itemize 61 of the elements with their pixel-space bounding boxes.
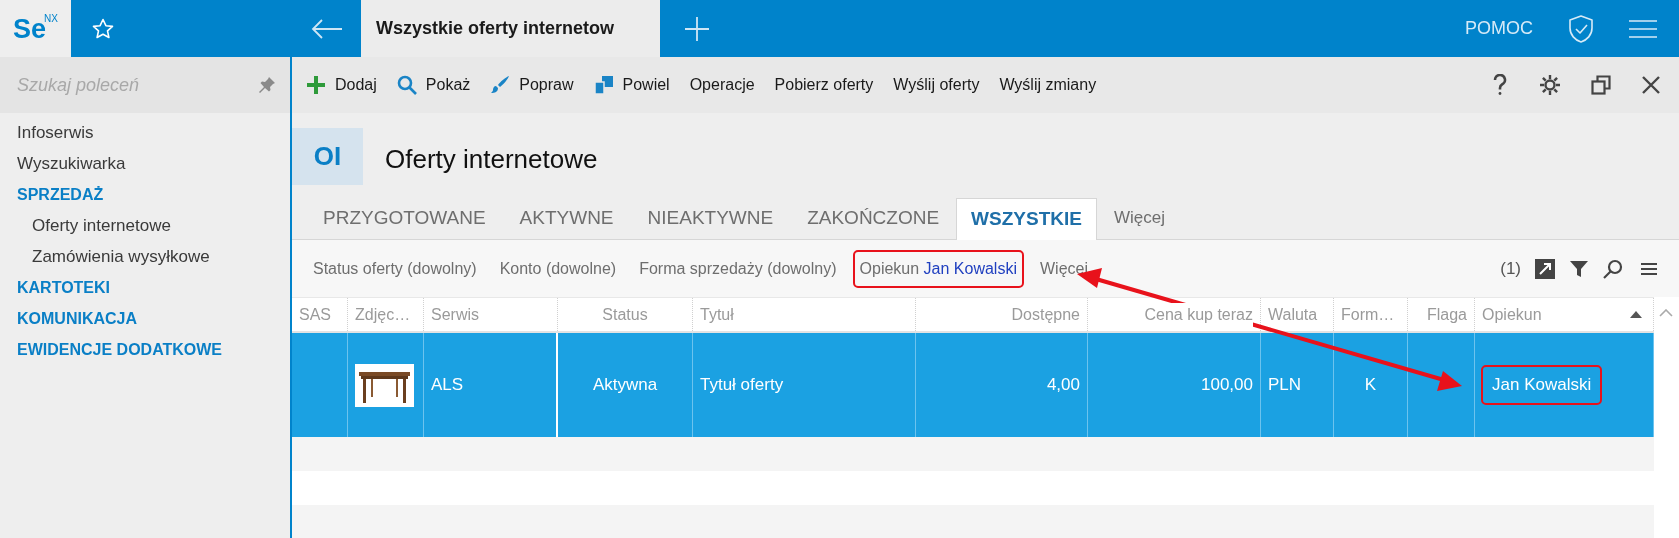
- toolbar-button[interactable]: Dodaj: [306, 73, 377, 97]
- filter-chip[interactable]: Więcej: [1032, 249, 1095, 288]
- filter-count: (1): [1500, 257, 1521, 280]
- sidebar-item[interactable]: EWIDENCJE DODATKOWE: [0, 334, 290, 365]
- shield-icon[interactable]: [1567, 13, 1595, 44]
- table-cell-text: 100,00: [1201, 374, 1253, 397]
- plus-icon: [306, 75, 326, 95]
- filter-chip[interactable]: Forma sprzedaży (dowolny): [632, 249, 844, 288]
- help-link[interactable]: POMOC: [1465, 15, 1533, 42]
- page-title: Oferty internetowe: [385, 143, 598, 176]
- filter-chip[interactable]: Opiekun Jan Kowalski: [852, 249, 1024, 288]
- tab[interactable]: WSZYSTKIE: [956, 198, 1097, 240]
- sidebar-item[interactable]: KOMUNIKACJA: [0, 303, 290, 334]
- table-cell: Jan Kowalski: [1481, 365, 1603, 405]
- document-tab[interactable]: Wszystkie oferty internetow: [361, 0, 660, 57]
- toolbar-button[interactable]: Popraw: [490, 73, 574, 97]
- filter-chip[interactable]: Status oferty (dowolny): [306, 249, 484, 288]
- table-cell-text: ALS: [431, 374, 464, 397]
- sidebar-item[interactable]: Wyszukiwarka: [0, 148, 290, 179]
- sidebar-item[interactable]: SPRZEDAŻ: [0, 179, 290, 210]
- toolbar-button[interactable]: Wyślij zmiany: [999, 73, 1097, 97]
- sidebar-item[interactable]: KARTOTEKI: [0, 272, 290, 303]
- tab[interactable]: AKTYWNE: [502, 197, 631, 239]
- tab[interactable]: NIEAKTYWNE: [630, 197, 791, 239]
- table-cell-text: PLN: [1268, 374, 1302, 397]
- settings-icon[interactable]: [1539, 74, 1561, 96]
- tab[interactable]: ZAKOŃCZONE: [790, 197, 957, 239]
- close-icon[interactable]: [1641, 75, 1661, 95]
- sidebar-item[interactable]: Zamówienia wysyłkowe: [0, 241, 290, 272]
- filter-icon[interactable]: [1569, 258, 1589, 279]
- search-icon[interactable]: [1603, 258, 1623, 279]
- add-tab-icon[interactable]: [684, 15, 710, 42]
- help-icon[interactable]: [1493, 74, 1507, 96]
- export-icon[interactable]: [1535, 258, 1555, 279]
- tab[interactable]: Więcej: [1096, 197, 1182, 239]
- filter-chip[interactable]: Konto (dowolne): [492, 249, 624, 288]
- tab[interactable]: PRZYGOTOWANE: [306, 197, 503, 239]
- search-bar[interactable]: Szukaj poleceń: [0, 57, 290, 113]
- menu-icon[interactable]: [1641, 261, 1657, 276]
- toolbar-button[interactable]: Pokaż: [396, 73, 471, 97]
- table-cell-text: Tytuł oferty: [700, 374, 784, 397]
- star-icon[interactable]: [91, 16, 115, 41]
- restore-window-icon[interactable]: [1591, 75, 1611, 95]
- search-field[interactable]: Szukaj poleceń: [17, 71, 258, 99]
- toolbar-button[interactable]: Operacje: [689, 73, 755, 97]
- toolbar-button[interactable]: Wyślij oferty: [893, 73, 980, 97]
- sidebar-item[interactable]: Infoserwis: [0, 117, 290, 148]
- copy-icon: [593, 75, 614, 95]
- table-cell-text: Aktywna: [592, 374, 658, 397]
- column-header[interactable]: Cena kup teraz: [1144, 302, 1253, 327]
- table-cell-text: K: [1364, 374, 1377, 397]
- table-cell-text: 4,00: [1046, 374, 1080, 397]
- table-row[interactable]: ALS Aktywna Tytuł oferty 4,00 100,00 PLN K Jan Kowalski: [292, 333, 1654, 437]
- brush-icon: [490, 75, 511, 95]
- toolbar-button[interactable]: Powiel: [593, 73, 670, 97]
- search-icon: [396, 75, 417, 95]
- toolbar-button[interactable]: Pobierz oferty: [774, 73, 874, 97]
- back-arrow-icon[interactable]: [311, 18, 343, 39]
- sidebar-item[interactable]: Oferty internetowe: [0, 210, 290, 241]
- pin-icon[interactable]: [258, 76, 276, 94]
- module-badge: OI: [292, 128, 363, 185]
